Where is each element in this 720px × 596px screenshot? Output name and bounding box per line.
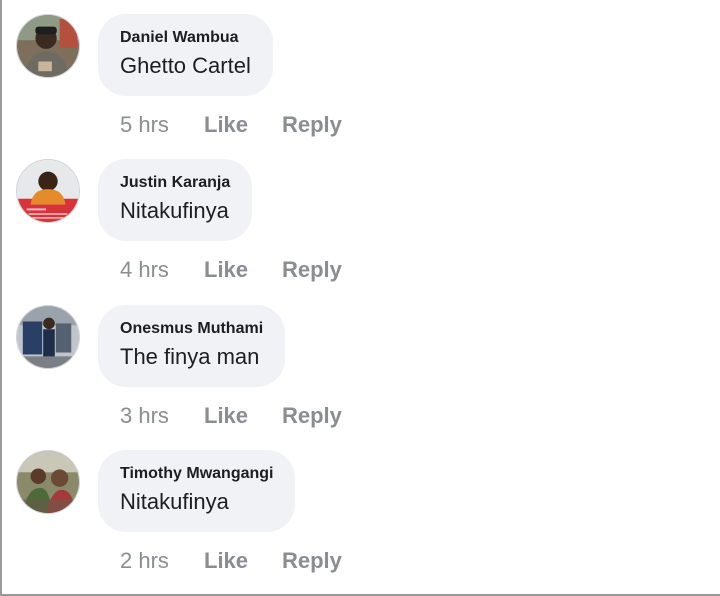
like-button[interactable]: Like [204,255,248,285]
comment-timestamp[interactable]: 5 hrs [120,110,169,140]
comment-item: Onesmus Muthami The finya man 3 hrs Like… [0,305,720,451]
avatar[interactable] [16,14,80,78]
avatar-daniel-icon [17,15,79,77]
avatar-onesmus-icon [17,306,79,368]
comment-item: Daniel Wambua Ghetto Cartel 5 hrs Like R… [0,14,720,160]
comment-timestamp[interactable]: 3 hrs [120,401,169,431]
comment-author[interactable]: Justin Karanja [120,173,230,193]
comment-timestamp[interactable]: 2 hrs [120,546,169,576]
comment-bubble: Daniel Wambua Ghetto Cartel [98,14,273,96]
reply-button[interactable]: Reply [282,110,342,140]
comment-bubble: Timothy Mwangangi Nitakufinya [98,450,296,532]
comment-item: Justin Karanja Nitakufinya 4 hrs Like Re… [0,159,720,305]
comment-bubble: Onesmus Muthami The finya man [98,305,286,387]
avatar-timothy-icon [17,451,79,513]
avatar-justin-icon [17,160,79,222]
comment-text: Ghetto Cartel [120,53,251,78]
comment-text: Nitakufinya [120,489,229,514]
avatar[interactable] [16,159,80,223]
comment-author[interactable]: Daniel Wambua [120,28,251,48]
avatar[interactable] [16,305,80,369]
reply-button[interactable]: Reply [282,401,342,431]
avatar[interactable] [16,450,80,514]
like-button[interactable]: Like [204,546,248,576]
comment-text: Nitakufinya [120,198,229,223]
like-button[interactable]: Like [204,401,248,431]
comment-timestamp[interactable]: 4 hrs [120,255,169,285]
reply-button[interactable]: Reply [282,546,342,576]
reply-button[interactable]: Reply [282,255,342,285]
comment-item: Timothy Mwangangi Nitakufinya 2 hrs Like… [0,450,720,596]
comment-author[interactable]: Timothy Mwangangi [120,464,273,484]
comment-bubble: Justin Karanja Nitakufinya [98,159,253,241]
comment-author[interactable]: Onesmus Muthami [120,319,263,339]
comment-text: The finya man [120,344,260,369]
like-button[interactable]: Like [204,110,248,140]
